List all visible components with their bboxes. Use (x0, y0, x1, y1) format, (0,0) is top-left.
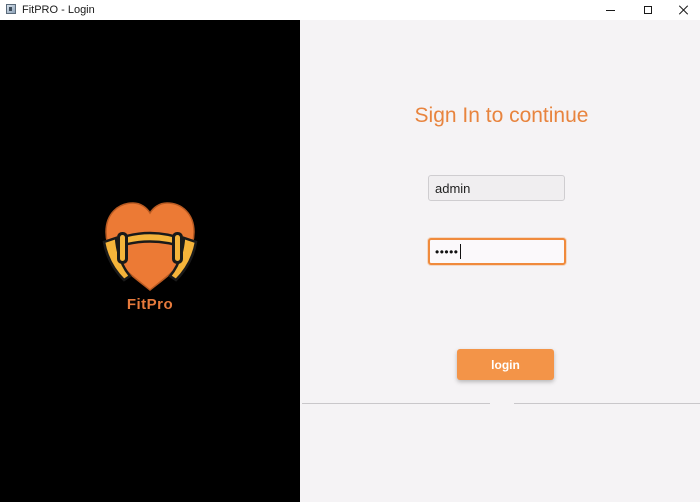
minimize-icon (605, 9, 615, 11)
app-window-icon (6, 4, 16, 14)
brand-panel: FitPro (0, 20, 300, 502)
heart-dumbbell-logo (102, 202, 198, 291)
password-input[interactable]: ••••• (428, 238, 566, 265)
sign-in-heading: Sign In to continue (414, 104, 589, 127)
text-caret (459, 244, 461, 259)
username-input[interactable]: admin (428, 175, 565, 201)
login-button[interactable]: login (457, 349, 554, 380)
maximize-button[interactable] (628, 0, 668, 20)
password-masked-value: ••••• (435, 244, 459, 259)
minimize-button[interactable] (590, 0, 630, 20)
username-value: admin (435, 180, 471, 196)
close-button[interactable] (664, 0, 700, 20)
brand-name: FitPro (126, 296, 174, 313)
maximize-icon (644, 6, 652, 14)
divider-notch (490, 403, 514, 407)
window-title: FitPRO - Login (22, 4, 95, 16)
title-bar: FitPRO - Login (0, 0, 700, 20)
login-window: FitPRO - Login FitPro Sign In to continu… (0, 0, 700, 502)
login-form-panel: Sign In to continue admin ••••• login (300, 20, 700, 502)
close-icon (679, 5, 689, 15)
